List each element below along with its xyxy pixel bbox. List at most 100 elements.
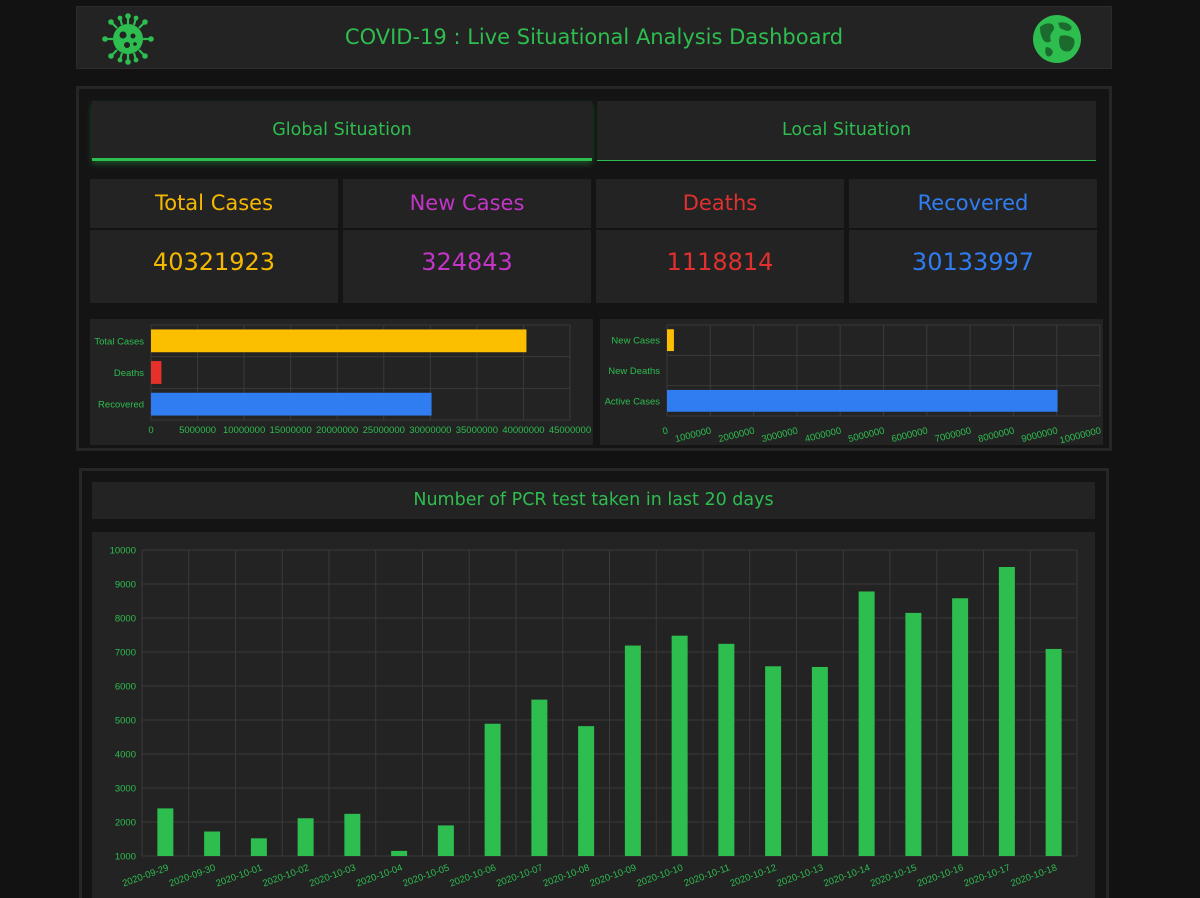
x-tick-label: 2020-10-13 [775,862,824,889]
x-tick-label: 35000000 [456,425,498,436]
x-tick-label: 2000000 [717,425,756,445]
x-tick-label: 0 [148,425,153,436]
x-tick-label: 7000000 [934,425,973,445]
local-bar-chart-svg: 0 1000000 2000000 3000000 4000000 5000000 6000… [605,324,1103,445]
y-tick-label: 6000 [115,682,136,693]
x-tick-label: 2020-10-08 [542,862,591,889]
stat-value: 324843 [421,248,513,276]
y-category-label: Deaths [114,368,144,379]
tab-global-situation[interactable]: Global Situation [92,101,592,161]
local-bar-chart: 0 1000000 2000000 3000000 4000000 5000000 6000… [600,319,1103,445]
x-tick-label: 2020-10-03 [308,862,357,889]
bar [157,808,174,856]
global-bar-chart: 0 5000000 10000000 15000000 20000000 25000000… [90,319,593,445]
pcr-bar-chart: 1000 2000 3000 4000 5000 6000 7000 8000 9000 1000… [92,532,1095,898]
x-tick-label: 8000000 [977,425,1016,445]
stat-card-deaths: Deaths 1118814 [596,179,844,303]
page-title: COVID-19 : Live Situational Analysis Das… [344,25,844,49]
x-tick-label: 30000000 [409,425,451,436]
x-tick-label: 2020-10-06 [448,862,497,889]
bar [671,635,688,856]
y-tick-label: 4000 [115,750,136,761]
x-tick-label: 9000000 [1020,425,1059,445]
stat-label: Recovered [849,179,1097,230]
x-tick-label: 20000000 [316,425,358,436]
x-tick-label: 2020-10-15 [869,862,918,889]
stat-card-recovered: Recovered 30133997 [849,179,1097,303]
y-tick-label: 8000 [115,614,136,625]
stat-label: Total Cases [90,179,338,230]
y-category-label: New Cases [611,336,660,347]
x-tick-label: 10000000 [223,425,265,436]
dashboard-header: COVID-19 : Live Situational Analysis Das… [76,6,1112,69]
x-tick-label: 4000000 [804,425,843,445]
bar [811,666,828,856]
bar [998,567,1015,856]
bar [391,850,408,856]
y-tick-label: 5000 [115,716,136,727]
y-tick-label: 10000 [110,546,136,557]
bar [578,726,595,856]
stat-value: 40321923 [152,248,276,276]
bar [858,591,875,856]
x-tick-label: 2020-09-29 [121,862,170,889]
pcr-bar-chart-svg: 1000 2000 3000 4000 5000 6000 7000 8000 9000 1000… [110,546,1078,889]
x-tick-label: 2020-10-11 [683,862,732,889]
x-tick-label: 2020-10-17 [962,862,1011,889]
bar [667,329,674,352]
stat-value: 1118814 [666,248,774,276]
x-tick-label: 2020-10-05 [401,862,450,889]
y-category-label: Active Cases [605,396,661,407]
y-tick-label: 1000 [115,852,136,863]
x-tick-label: 2020-10-09 [588,862,637,889]
y-category-label: New Deaths [608,366,660,377]
y-tick-label: 9000 [115,580,136,591]
stat-label: Deaths [596,179,844,230]
bar [624,645,641,856]
bar [437,825,454,856]
global-bar-chart-svg: 0 5000000 10000000 15000000 20000000 25000000… [94,324,591,436]
x-tick-label: 2020-10-07 [495,862,544,889]
x-tick-label: 2020-10-01 [214,862,263,889]
x-tick-label: 25000000 [363,425,405,436]
x-tick-label: 2020-10-04 [355,862,404,889]
bar [151,329,527,353]
bar [765,666,782,856]
stat-value: 30133997 [911,248,1035,276]
x-tick-label: 40000000 [502,425,544,436]
bar [952,598,969,856]
bar [905,612,922,856]
tab-local-situation[interactable]: Local Situation [597,101,1096,161]
bar [297,818,314,856]
x-tick-label: 15000000 [270,425,312,436]
x-tick-label: 2020-10-02 [261,862,310,889]
bar [344,813,361,856]
stat-card-new-cases: New Cases 324843 [343,179,591,303]
bar [151,361,162,384]
x-tick-label: 1000000 [674,425,713,445]
x-tick-label: 2020-10-16 [916,862,965,889]
bar [204,831,221,856]
pcr-chart-title: Number of PCR test taken in last 20 days [92,482,1095,519]
bar [718,643,735,856]
x-tick-label: 45000000 [549,425,591,436]
stat-card-total-cases: Total Cases 40321923 [90,179,338,303]
x-tick-label: 2020-10-10 [635,862,684,889]
y-tick-label: 2000 [115,818,136,829]
bar [484,723,501,856]
y-tick-label: 7000 [115,648,136,659]
x-tick-label: 2020-09-30 [168,862,217,889]
y-category-label: Total Cases [94,336,144,347]
x-tick-label: 5000000 [847,425,886,445]
bar [1045,648,1062,856]
y-tick-label: 3000 [115,784,136,795]
bar [250,838,267,856]
y-category-label: Recovered [98,400,144,411]
x-tick-label: 3000000 [761,425,800,445]
globe-icon [1033,15,1081,63]
x-tick-label: 5000000 [179,425,216,436]
x-tick-label: 2020-10-18 [1009,862,1058,889]
x-tick-label: 10000000 [1059,425,1103,445]
x-tick-label: 2020-10-12 [729,862,778,889]
x-tick-label: 0 [661,425,669,437]
